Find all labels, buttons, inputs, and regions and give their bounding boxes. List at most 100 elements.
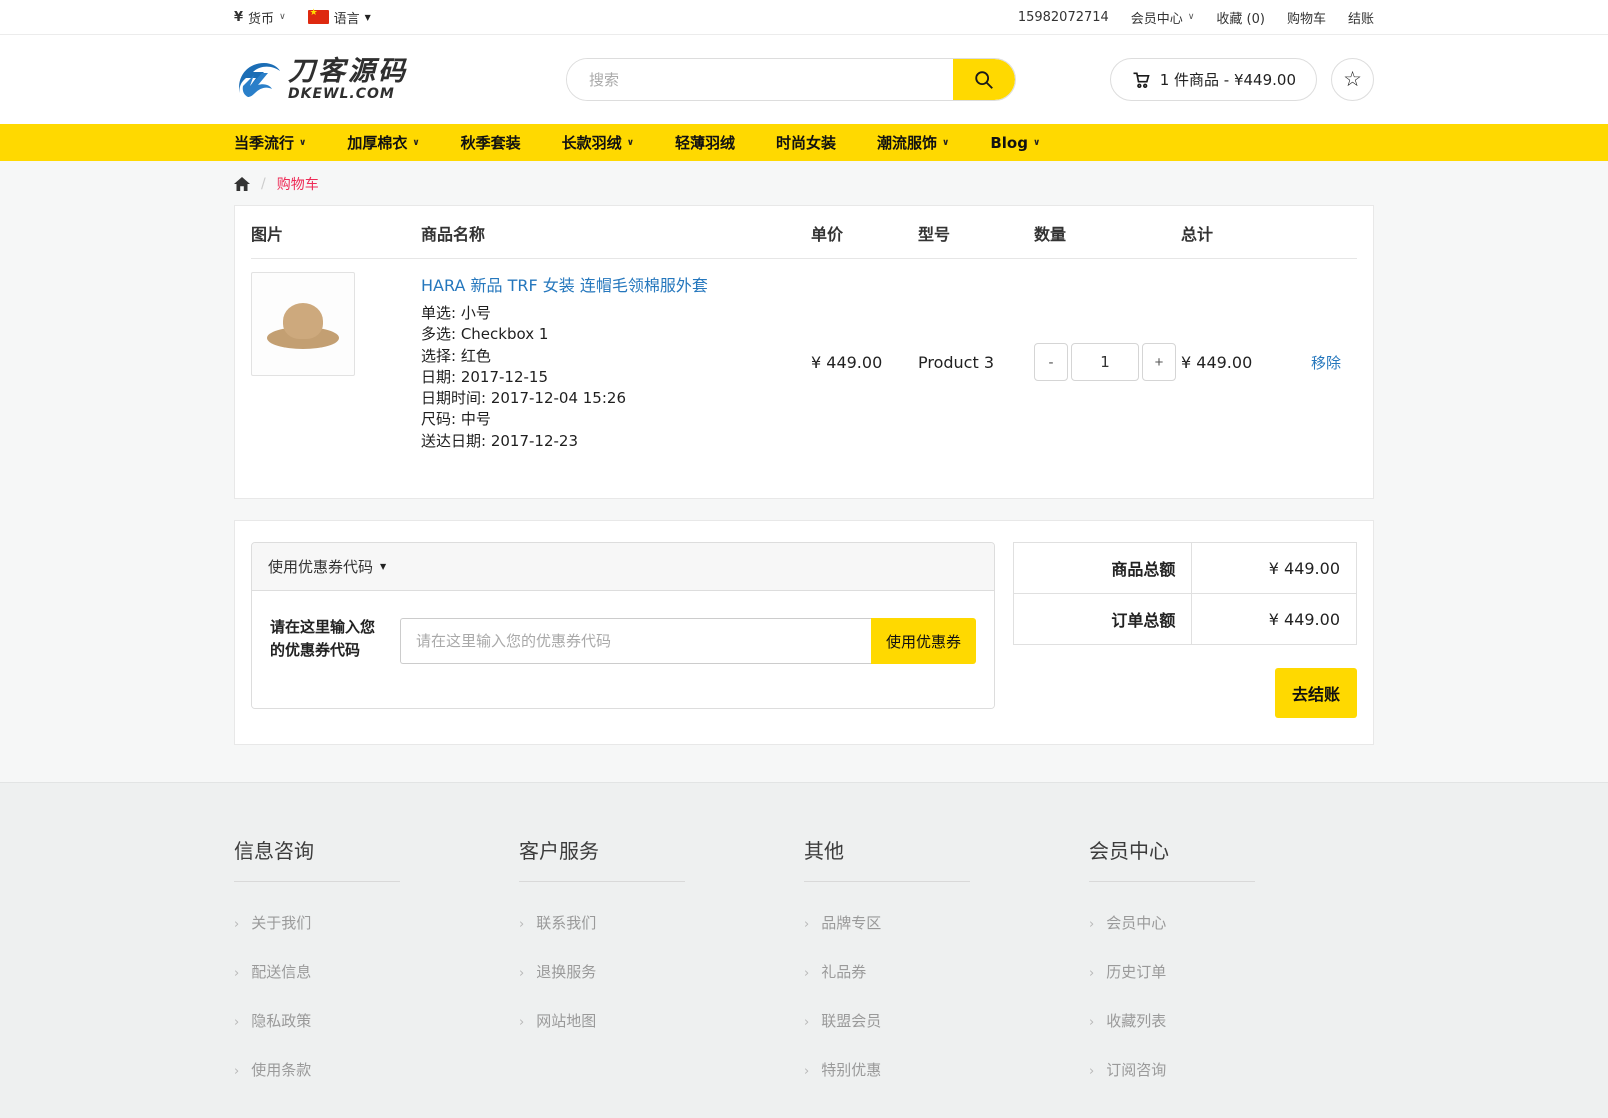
chevron-right-icon: › — [1089, 966, 1094, 981]
apply-coupon-button[interactable]: 使用优惠券 — [871, 618, 976, 664]
column-header: 型号 — [918, 221, 1034, 245]
nav-item-8[interactable]: Blog∨ — [990, 134, 1040, 152]
footer-link[interactable]: ›关于我们 — [234, 912, 519, 933]
footer-link-label: 退换服务 — [536, 961, 596, 982]
footer-link[interactable]: ›礼品券 — [804, 961, 1089, 982]
breadcrumb-current[interactable]: 购物车 — [277, 174, 319, 194]
footer-link[interactable]: ›隐私政策 — [234, 1010, 519, 1031]
cart-icon — [1131, 70, 1151, 90]
footer-link[interactable]: › 联系我们 — [519, 912, 804, 933]
chevron-right-icon: › — [234, 917, 239, 932]
account-menu[interactable]: 会员中心 ∨ — [1131, 8, 1195, 27]
product-option: 选择: 红色 — [421, 346, 811, 367]
nav-item-4[interactable]: 长款羽绒 ∨ — [562, 132, 634, 153]
logo-swoosh-icon — [234, 55, 284, 105]
wishlist-button[interactable]: ☆ — [1331, 58, 1374, 101]
product-option: 单选: 小号 — [421, 303, 811, 324]
chevron-down-icon: ∨ — [1188, 12, 1195, 22]
nav-item-1[interactable]: 当季流行∨ — [234, 132, 306, 153]
header: 刀客源码 DKEWL.COM 1 件商品 - ¥449.00 ☆ — [0, 35, 1608, 124]
quantity-decrease-button[interactable]: - — [1034, 343, 1068, 381]
search-input[interactable] — [567, 59, 953, 100]
totals-row: 商品总额¥ 449.00 — [1014, 543, 1357, 594]
nav-item-label: 长款羽绒 — [562, 132, 622, 153]
logo-title: 刀客源码 — [288, 58, 408, 85]
footer-link[interactable]: ›联盟会员 — [804, 1010, 1089, 1031]
product-option: 尺码: 中号 — [421, 409, 811, 430]
line-total: ¥ 449.00 — [1181, 353, 1311, 372]
home-icon[interactable] — [234, 177, 250, 192]
nav-item-2[interactable]: 加厚棉衣∨ — [347, 132, 419, 153]
nav-item-label: 加厚棉衣 — [347, 132, 407, 153]
language-label: 语言 — [334, 8, 360, 27]
footer-link[interactable]: ›配送信息 — [234, 961, 519, 982]
search-button[interactable] — [953, 59, 1015, 100]
coupon-code-input[interactable] — [400, 618, 871, 664]
footer-divider — [804, 881, 970, 882]
search-icon — [973, 69, 995, 91]
footer-link-label: 礼品券 — [821, 961, 866, 982]
footer-link[interactable]: › 收藏列表 — [1089, 1010, 1374, 1031]
chevron-down-icon: ∨ — [627, 138, 634, 148]
search-bar — [566, 58, 1016, 101]
footer-link-label: 品牌专区 — [821, 912, 881, 933]
checkout-link[interactable]: 结账 — [1348, 8, 1374, 27]
checkout-button[interactable]: 去结账 — [1275, 668, 1357, 718]
chevron-right-icon: › — [1089, 1015, 1094, 1030]
product-thumbnail[interactable] — [251, 272, 355, 376]
footer-column: 会员中心›会员中心›历史订单›收藏列表›订阅咨询 — [1089, 835, 1374, 1108]
main-nav: 当季流行∨ 加厚棉衣∨ 秋季套装 长款羽绒 ∨ 轻薄羽绒 时尚女装 潮流服饰∨ Blog∨ — [0, 124, 1608, 161]
totals-label: 订单总额 — [1014, 594, 1192, 645]
footer: 信息咨询›关于我们›配送信息›隐私政策›使用条款客户服务›联系我们›退换服务›网… — [0, 782, 1608, 1118]
nav-item-label: 秋季套装 — [461, 132, 521, 153]
product-name-link[interactable]: HARA 新品 TRF 女装 连帽毛领棉服外套 — [421, 272, 708, 296]
footer-link[interactable]: ›特别优惠 — [804, 1059, 1089, 1080]
column-header: 商品名称 — [421, 221, 811, 245]
cart-table-header: 图片商品名称单价型号数量总计 — [251, 206, 1357, 259]
footer-link[interactable]: ›会员中心 — [1089, 912, 1374, 933]
wishlist-link[interactable]: 收藏 (0) — [1216, 8, 1265, 27]
footer-column-title: 会员中心 — [1089, 835, 1374, 864]
chevron-right-icon: › — [804, 1015, 809, 1030]
coupon-box: 使用优惠券代码 ▼ 请在这里输入您的优惠券代码 使用优惠券 — [251, 542, 995, 709]
footer-link[interactable]: ›品牌专区 — [804, 912, 1089, 933]
footer-link[interactable]: ›使用条款 — [234, 1059, 519, 1080]
chevron-right-icon: › — [519, 917, 524, 932]
currency-selector[interactable]: ¥ 货币 ∨ — [234, 8, 286, 27]
account-label: 会员中心 — [1131, 8, 1183, 27]
topbar: ¥ 货币 ∨ 语言 ▼ 15982072714 会员中心 ∨ 收藏 (0) 购物… — [0, 0, 1608, 35]
product-option: 多选: Checkbox 1 — [421, 324, 811, 345]
footer-divider — [519, 881, 685, 882]
quantity-input[interactable] — [1071, 343, 1139, 381]
footer-link-label: 网站地图 — [536, 1010, 596, 1031]
phone-number: 15982072714 — [1018, 10, 1109, 25]
nav-item-6[interactable]: 时尚女装 — [776, 132, 836, 153]
nav-item-7[interactable]: 潮流服饰∨ — [877, 132, 949, 153]
nav-item-3[interactable]: 秋季套装 — [461, 132, 521, 153]
footer-link[interactable]: › 退换服务 — [519, 961, 804, 982]
cart-link[interactable]: 购物车 — [1287, 8, 1326, 27]
footer-divider — [1089, 881, 1255, 882]
totals-row: 订单总额¥ 449.00 — [1014, 594, 1357, 645]
footer-link-label: 会员中心 — [1106, 912, 1166, 933]
chevron-right-icon: › — [234, 1064, 239, 1079]
nav-item-5[interactable]: 轻薄羽绒 — [675, 132, 735, 153]
footer-link-label: 联系我们 — [536, 912, 596, 933]
site-logo[interactable]: 刀客源码 DKEWL.COM — [234, 55, 408, 105]
footer-link-label: 特别优惠 — [821, 1059, 881, 1080]
footer-link[interactable]: ›网站地图 — [519, 1010, 804, 1031]
straw-hat-image — [267, 297, 339, 351]
coupon-accordion-header[interactable]: 使用优惠券代码 ▼ — [252, 543, 994, 591]
remove-item-link[interactable]: 移除 — [1311, 352, 1357, 373]
cart-summary-button[interactable]: 1 件商品 - ¥449.00 — [1110, 58, 1317, 101]
quantity-stepper: - + — [1034, 343, 1181, 381]
footer-link[interactable]: ›历史订单 — [1089, 961, 1374, 982]
cart-item-row: HARA 新品 TRF 女装 连帽毛领棉服外套 单选: 小号多选: Checkb… — [251, 259, 1357, 452]
quantity-increase-button[interactable]: + — [1142, 343, 1176, 381]
language-selector[interactable]: 语言 ▼ — [308, 8, 371, 27]
column-header: 数量 — [1034, 221, 1181, 245]
chevron-right-icon: › — [519, 966, 524, 981]
footer-link-label: 收藏列表 — [1106, 1010, 1166, 1031]
footer-link[interactable]: ›订阅咨询 — [1089, 1059, 1374, 1080]
product-model: Product 3 — [918, 353, 1034, 372]
